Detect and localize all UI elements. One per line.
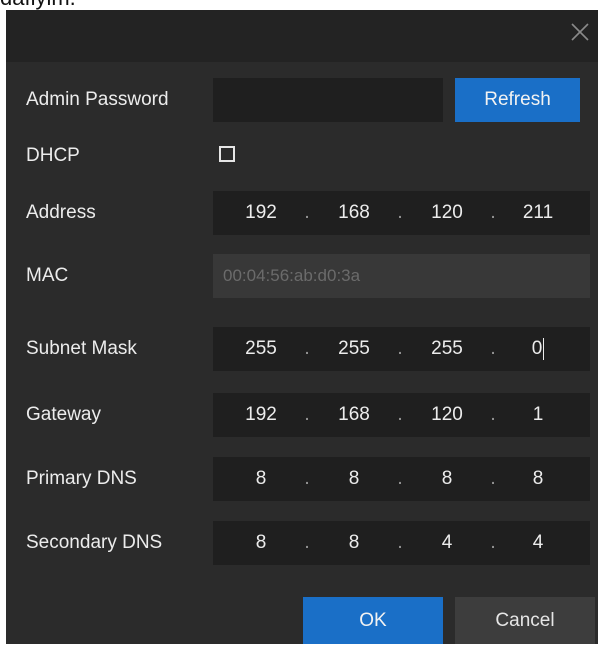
ip-dot: . <box>397 532 403 553</box>
ip-dot: . <box>490 202 496 223</box>
ip-octet-4[interactable]: 211 <box>510 191 566 235</box>
mac-label: MAC <box>26 265 69 286</box>
gateway-row: Gateway 192 . 168 . 120 . 1 <box>6 389 598 441</box>
ip-octet-2[interactable]: 168 <box>326 393 382 437</box>
close-button[interactable] <box>566 18 594 46</box>
ip-dot: . <box>304 404 310 425</box>
ip-dot: . <box>490 532 496 553</box>
background-caption: dafiyim. <box>0 0 76 10</box>
ip-octet-3[interactable]: 120 <box>419 393 475 437</box>
ip-octet-1[interactable]: 8 <box>233 521 289 565</box>
ip-dot: . <box>397 468 403 489</box>
subnet-mask-ip-field[interactable]: 255 . 255 . 255 . 0 <box>213 327 590 371</box>
dhcp-checkbox[interactable] <box>219 146 235 162</box>
ip-octet-4[interactable]: 4 <box>510 521 566 565</box>
ip-dot: . <box>397 338 403 359</box>
primary-dns-label: Primary DNS <box>26 468 137 489</box>
ip-octet-2[interactable]: 168 <box>326 191 382 235</box>
ip-dot: . <box>304 532 310 553</box>
ip-octet-1[interactable]: 192 <box>233 191 289 235</box>
ip-octet-3[interactable]: 4 <box>419 521 475 565</box>
address-row: Address 192 . 168 . 120 . 211 <box>6 187 598 239</box>
dhcp-label: DHCP <box>26 145 80 166</box>
ip-octet-1[interactable]: 192 <box>233 393 289 437</box>
ip-octet-4-with-caret[interactable]: 0 <box>510 327 566 371</box>
mac-field-disabled: 00:04:56:ab:d0:3a <box>213 254 590 298</box>
address-ip-field[interactable]: 192 . 168 . 120 . 211 <box>213 191 590 235</box>
ip-dot: . <box>397 404 403 425</box>
ip-octet-1[interactable]: 255 <box>233 327 289 371</box>
gateway-label: Gateway <box>26 404 101 425</box>
ip-octet-2[interactable]: 255 <box>326 327 382 371</box>
ip-octet-4[interactable]: 1 <box>510 393 566 437</box>
cancel-button[interactable]: Cancel <box>455 597 595 644</box>
ok-button[interactable]: OK <box>303 597 443 644</box>
admin-password-row: Admin Password Refresh <box>6 74 598 126</box>
refresh-button[interactable]: Refresh <box>455 78 580 122</box>
network-settings-dialog: Admin Password Refresh DHCP Address 192 … <box>6 10 598 644</box>
admin-password-input[interactable] <box>213 78 443 122</box>
close-icon <box>571 23 589 41</box>
dialog-titlebar <box>6 10 598 62</box>
admin-password-label: Admin Password <box>26 89 169 110</box>
ip-dot: . <box>304 338 310 359</box>
ip-octet-3[interactable]: 255 <box>419 327 475 371</box>
ip-octet-2[interactable]: 8 <box>326 521 382 565</box>
address-label: Address <box>26 202 96 223</box>
ip-dot: . <box>490 338 496 359</box>
secondary-dns-label: Secondary DNS <box>26 532 163 553</box>
ip-dot: . <box>490 468 496 489</box>
subnet-mask-label: Subnet Mask <box>26 338 137 359</box>
ip-octet-1[interactable]: 8 <box>233 457 289 501</box>
primary-dns-ip-field[interactable]: 8 . 8 . 8 . 8 <box>213 457 590 501</box>
secondary-dns-row: Secondary DNS 8 . 8 . 4 . 4 <box>6 517 598 569</box>
primary-dns-row: Primary DNS 8 . 8 . 8 . 8 <box>6 453 598 505</box>
ip-octet-3[interactable]: 8 <box>419 457 475 501</box>
gateway-ip-field[interactable]: 192 . 168 . 120 . 1 <box>213 393 590 437</box>
mac-row: MAC 00:04:56:ab:d0:3a <box>6 250 598 302</box>
ip-dot: . <box>490 404 496 425</box>
ip-dot: . <box>304 202 310 223</box>
ip-dot: . <box>304 468 310 489</box>
ip-octet-2[interactable]: 8 <box>326 457 382 501</box>
ip-octet-3[interactable]: 120 <box>419 191 475 235</box>
ip-dot: . <box>397 202 403 223</box>
text-caret <box>543 337 545 360</box>
dhcp-row: DHCP <box>6 130 598 182</box>
secondary-dns-ip-field[interactable]: 8 . 8 . 4 . 4 <box>213 521 590 565</box>
ip-octet-4[interactable]: 0 <box>532 338 543 359</box>
ip-octet-4[interactable]: 8 <box>510 457 566 501</box>
subnet-mask-row: Subnet Mask 255 . 255 . 255 . 0 <box>6 323 598 375</box>
